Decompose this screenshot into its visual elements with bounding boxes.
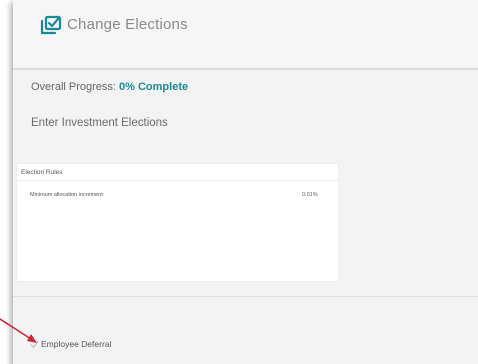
rule-value: 0.01% [302, 192, 318, 198]
rule-label: Minimum allocation increment: [30, 192, 105, 198]
panel-header: Change Elections [13, 0, 478, 70]
change-elections-panel: Change Elections Overall Progress: 0% Co… [13, 0, 478, 364]
page: Change Elections Overall Progress: 0% Co… [0, 0, 478, 364]
check-icon [30, 340, 39, 348]
employee-deferral-item[interactable]: Employee Deferral [30, 339, 111, 349]
employee-deferral-label: Employee Deferral [41, 339, 112, 349]
checkbox-stack-icon [40, 15, 62, 35]
progress-label: Overall Progress: [31, 81, 120, 93]
divider [17, 180, 338, 181]
election-rules-box: Election Rules Minimum allocation increm… [16, 163, 339, 282]
election-rules-title: Election Rules [21, 169, 63, 176]
section-title: Enter Investment Elections [31, 117, 168, 129]
overall-progress: Overall Progress: 0% Complete [31, 81, 188, 93]
section-separator [13, 296, 478, 297]
page-title: Change Elections [67, 16, 188, 33]
progress-value: 0% Complete [119, 81, 189, 93]
